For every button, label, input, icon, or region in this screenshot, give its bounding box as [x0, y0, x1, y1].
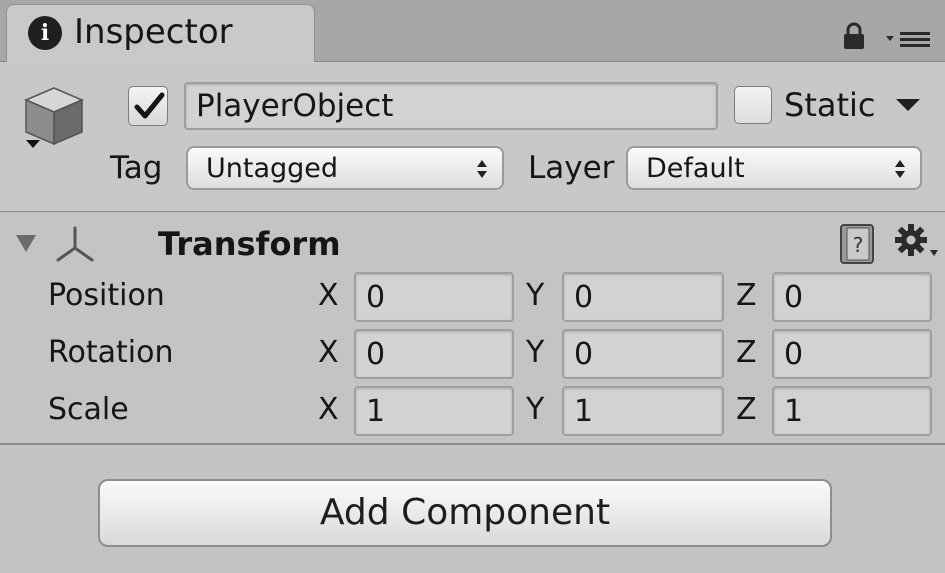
scale-y-label[interactable]: Y	[526, 390, 544, 430]
help-book-icon[interactable]: ?	[838, 222, 878, 266]
position-x-label[interactable]: X	[318, 276, 339, 316]
static-checkbox[interactable]	[734, 86, 772, 124]
scale-x-field[interactable]: 1	[354, 386, 514, 436]
rotation-y-label[interactable]: Y	[526, 333, 544, 373]
component-title: Transform	[158, 225, 341, 263]
tab-title: Inspector	[74, 12, 233, 52]
position-y-field[interactable]: 0	[562, 272, 724, 322]
layer-dropdown[interactable]: Default	[626, 146, 922, 190]
position-y-label[interactable]: Y	[526, 276, 544, 316]
rotation-x-label[interactable]: X	[318, 333, 339, 373]
tag-label: Tag	[110, 150, 163, 186]
popup-arrows-icon	[895, 160, 905, 178]
lock-icon[interactable]	[842, 22, 866, 50]
add-component-button[interactable]: Add Component	[98, 479, 832, 547]
position-label: Position	[48, 278, 165, 313]
object-name-value: PlayerObject	[196, 88, 394, 124]
svg-text:?: ?	[853, 233, 864, 257]
scale-y-field[interactable]: 1	[562, 386, 724, 436]
static-dropdown-icon[interactable]	[894, 96, 922, 114]
static-label: Static	[784, 86, 876, 124]
scale-x-label[interactable]: X	[318, 390, 339, 430]
layer-label: Layer	[528, 150, 615, 186]
layer-value: Default	[646, 153, 745, 184]
rotation-x-value: 0	[366, 337, 386, 372]
scale-z-label[interactable]: Z	[736, 390, 757, 430]
cube-icon[interactable]	[16, 82, 92, 154]
position-x-field[interactable]: 0	[354, 272, 514, 322]
tag-dropdown[interactable]: Untagged	[186, 146, 504, 190]
position-x-value: 0	[366, 280, 386, 315]
transform-icon	[56, 226, 94, 262]
tab-menu-icon[interactable]	[884, 26, 934, 52]
rotation-z-value: 0	[784, 337, 804, 372]
rotation-y-field[interactable]: 0	[562, 329, 724, 379]
active-checkbox[interactable]	[128, 86, 168, 126]
object-name-field[interactable]: PlayerObject	[184, 82, 718, 130]
scale-label: Scale	[48, 392, 129, 427]
checkmark-icon	[134, 92, 165, 119]
tag-value: Untagged	[206, 153, 339, 184]
scale-z-value: 1	[784, 394, 804, 429]
rotation-label: Rotation	[48, 335, 174, 370]
position-z-value: 0	[784, 280, 804, 315]
position-y-value: 0	[574, 280, 594, 315]
gear-icon[interactable]	[894, 224, 940, 260]
foldout-arrow-icon[interactable]	[14, 232, 38, 254]
position-z-label[interactable]: Z	[736, 276, 757, 316]
rotation-z-label[interactable]: Z	[736, 333, 757, 373]
rotation-z-field[interactable]: 0	[772, 329, 932, 379]
position-z-field[interactable]: 0	[772, 272, 932, 322]
scale-y-value: 1	[574, 394, 594, 429]
rotation-x-field[interactable]: 0	[354, 329, 514, 379]
rotation-y-value: 0	[574, 337, 594, 372]
popup-arrows-icon	[477, 160, 487, 178]
scale-z-field[interactable]: 1	[772, 386, 932, 436]
scale-x-value: 1	[366, 394, 386, 429]
info-icon: i	[28, 16, 62, 50]
